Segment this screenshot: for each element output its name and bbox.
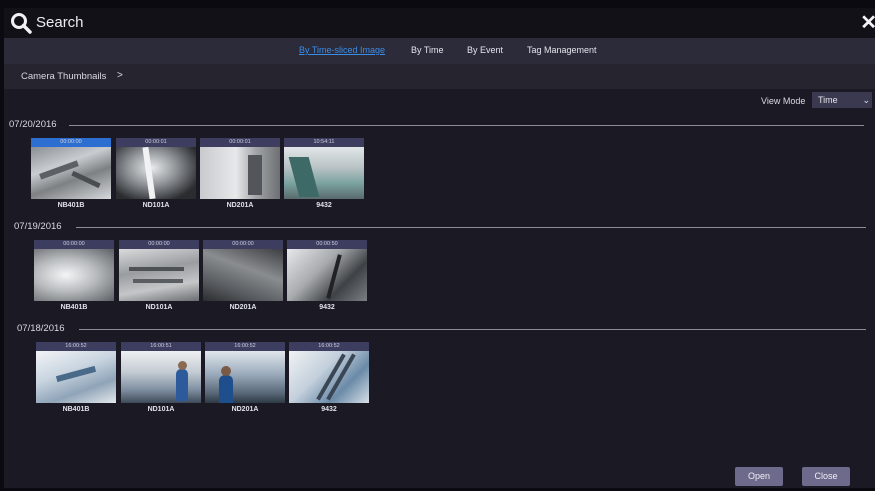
date-label: 07/19/2016 xyxy=(14,221,62,232)
camera-thumbnail[interactable]: 00:00:01 ND201A xyxy=(200,138,280,209)
camera-name: 9432 xyxy=(316,202,332,209)
date-divider xyxy=(76,227,866,228)
date-divider xyxy=(79,329,866,330)
thumbnail-timestamp: 00:00:01 xyxy=(116,138,196,147)
breadcrumb: Camera Thumbnails > xyxy=(4,64,875,89)
camera-image xyxy=(284,147,364,199)
camera-name: 9432 xyxy=(321,406,337,413)
view-mode-value: Time xyxy=(818,95,838,105)
thumbnail-timestamp: 00:00:00 xyxy=(203,240,283,249)
camera-image xyxy=(289,351,369,403)
camera-name: NB401B xyxy=(57,202,85,209)
camera-name: ND201A xyxy=(231,406,259,413)
camera-thumbnail[interactable]: 16:00:52 ND201A xyxy=(205,342,285,413)
tab-by-event[interactable]: By Event xyxy=(467,45,503,55)
camera-thumbnail[interactable]: 00:00:00 ND201A xyxy=(203,240,283,311)
camera-name: NB401B xyxy=(62,406,90,413)
thumbnail-timestamp: 16:00:51 xyxy=(121,342,201,351)
date-label: 07/20/2016 xyxy=(9,119,57,130)
camera-name: ND101A xyxy=(145,304,173,311)
thumbnail-timestamp: 16:00:52 xyxy=(36,342,116,351)
thumbnail-timestamp: 00:00:00 xyxy=(34,240,114,249)
camera-name: ND101A xyxy=(147,406,175,413)
camera-name: ND201A xyxy=(229,304,257,311)
chevron-right-icon[interactable]: > xyxy=(117,70,123,81)
close-icon[interactable]: ✕ xyxy=(860,12,875,34)
camera-name: ND101A xyxy=(142,202,170,209)
camera-name: 9432 xyxy=(319,304,335,311)
thumbnail-timestamp: 00:00:50 xyxy=(287,240,367,249)
camera-image xyxy=(31,147,111,199)
breadcrumb-camera-thumbnails[interactable]: Camera Thumbnails xyxy=(21,71,106,82)
window-title: Search xyxy=(36,14,84,31)
search-icon xyxy=(11,13,32,34)
camera-image xyxy=(287,249,367,301)
camera-thumbnail[interactable]: 00:00:01 ND101A xyxy=(116,138,196,209)
chevron-down-icon: ⌄ xyxy=(862,95,870,105)
date-divider xyxy=(69,125,864,126)
thumbnail-timestamp: 16:00:52 xyxy=(289,342,369,351)
camera-image xyxy=(121,351,201,403)
date-label: 07/18/2016 xyxy=(17,323,65,334)
tab-bar: By Time-sliced Image By Time By Event Ta… xyxy=(4,38,875,64)
camera-thumbnail[interactable]: 16:00:51 ND101A xyxy=(121,342,201,413)
thumbnail-timestamp: 00:00:00 xyxy=(119,240,199,249)
camera-image xyxy=(119,249,199,301)
camera-thumbnail[interactable]: 00:00:50 9432 xyxy=(287,240,367,311)
camera-thumbnail[interactable]: 10:54:11 9432 xyxy=(284,138,364,209)
camera-image xyxy=(116,147,196,199)
tab-by-time-sliced-image[interactable]: By Time-sliced Image xyxy=(299,45,385,55)
camera-thumbnail[interactable]: 16:00:52 NB401B xyxy=(36,342,116,413)
open-button[interactable]: Open xyxy=(735,467,783,486)
view-mode-label: View Mode xyxy=(761,96,806,106)
search-window: Search ✕ By Time-sliced Image By Time By… xyxy=(4,8,875,488)
camera-name: ND201A xyxy=(226,202,254,209)
camera-thumbnail[interactable]: 00:00:00 NB401B xyxy=(34,240,114,311)
camera-thumbnail[interactable]: 16:00:52 9432 xyxy=(289,342,369,413)
thumbnail-timestamp: 00:00:01 xyxy=(200,138,280,147)
close-button[interactable]: Close xyxy=(802,467,850,486)
camera-name: NB401B xyxy=(60,304,88,311)
view-mode-select[interactable]: Time ⌄ xyxy=(812,92,872,108)
title-bar: Search ✕ xyxy=(4,8,875,38)
thumbnail-timestamp: 10:54:11 xyxy=(284,138,364,147)
camera-image xyxy=(34,249,114,301)
thumbnail-timestamp: 16:00:52 xyxy=(205,342,285,351)
tab-by-time[interactable]: By Time xyxy=(411,45,444,55)
thumbnail-timestamp: 00:00:00 xyxy=(31,138,111,147)
camera-image xyxy=(200,147,280,199)
camera-image xyxy=(205,351,285,403)
camera-thumbnail[interactable]: 00:00:00 ND101A xyxy=(119,240,199,311)
camera-image xyxy=(36,351,116,403)
camera-image xyxy=(203,249,283,301)
tab-tag-management[interactable]: Tag Management xyxy=(527,45,597,55)
camera-thumbnail[interactable]: 00:00:00 NB401B xyxy=(31,138,111,209)
